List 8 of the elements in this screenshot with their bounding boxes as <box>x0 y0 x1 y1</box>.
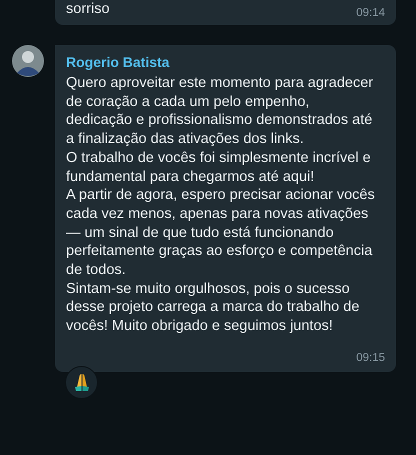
message-time: 09:14 <box>356 6 385 19</box>
message-text: sorriso <box>66 0 110 19</box>
message-text: A partir de agora, espero precisar acionar vocês cada vez menos, apenas para novas ativações — um sinal de que tudo está funcionando perfeitamente graças ao esforço e competência de todos. <box>66 186 376 280</box>
message-time: 09:15 <box>356 352 385 364</box>
message-text: O trabalho de vocês foi simplesmente incrível e fundamental para chegarmos até aqui! <box>66 148 372 186</box>
message-text: Sintam-se muito orgulhosos, pois o sucesso desse projeto carrega a marca do trabalho de vocês! Muito obrigado e seguimos juntos! <box>66 280 360 336</box>
message-text: Quero aproveitar este momento para agradecer de coração a cada um pelo empenho, dedicação e profissionalismo demonstrados até a finalização das ativações dos links. <box>66 74 374 149</box>
sender-name: Rogerio Batista <box>66 54 170 70</box>
